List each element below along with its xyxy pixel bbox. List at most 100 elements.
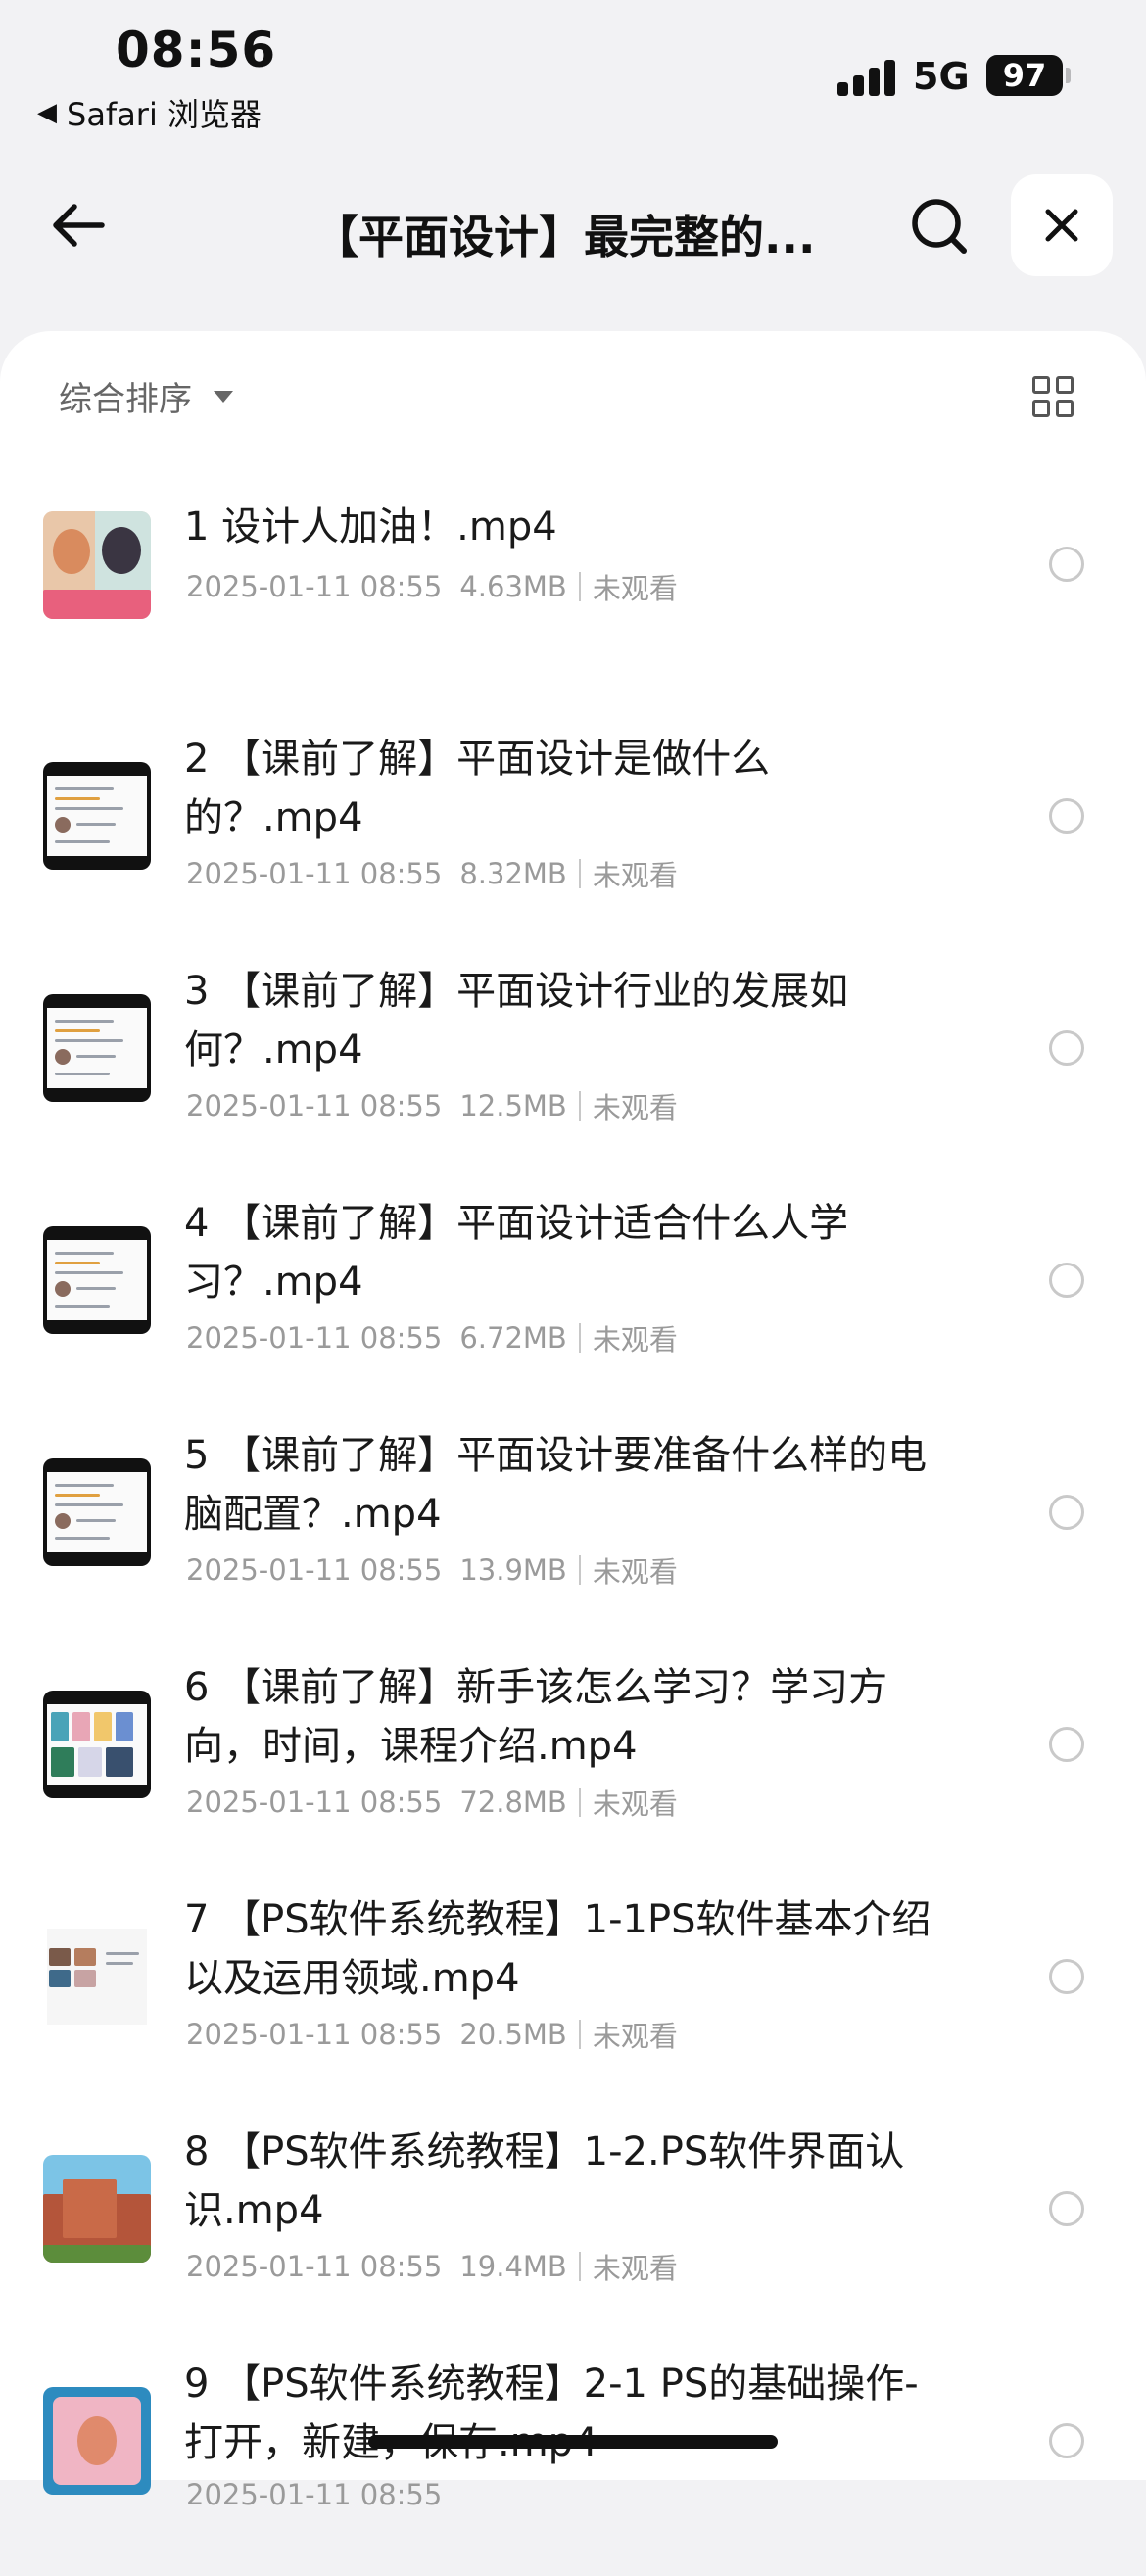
back-app-label: Safari 浏览器 bbox=[67, 96, 263, 133]
file-row[interactable]: 2 【课前了解】平面设计是做什么的？.mp4 2025-01-11 08:55 8.… bbox=[0, 720, 1146, 951]
file-meta: 2025-01-11 08:55 19.4MB 未观看 bbox=[186, 2246, 678, 2287]
file-date: 2025-01-11 08:55 bbox=[186, 1786, 443, 1819]
back-arrow-icon bbox=[53, 204, 105, 247]
watch-status: 未观看 bbox=[592, 1788, 678, 1821]
close-icon bbox=[1045, 209, 1078, 242]
file-title: 5 【课前了解】平面设计要准备什么样的电脑配置？.mp4 bbox=[184, 1433, 928, 1537]
file-row[interactable]: 5 【课前了解】平面设计要准备什么样的电脑配置？.mp4 2025-01-11 0… bbox=[0, 1416, 1146, 1647]
status-bar: 08:56 ◀ Safari 浏览器 5G 97 bbox=[0, 0, 1146, 147]
file-date: 2025-01-11 08:55 bbox=[186, 1553, 443, 1587]
video-thumbnail bbox=[43, 2387, 151, 2495]
file-size: 8.32MB bbox=[459, 857, 567, 890]
video-thumbnail bbox=[43, 762, 151, 870]
file-meta: 2025-01-11 08:55 8.32MB 未观看 bbox=[186, 853, 678, 894]
file-date: 2025-01-11 08:55 bbox=[186, 2018, 443, 2051]
file-size: 13.9MB bbox=[459, 1553, 567, 1587]
file-title: 4 【课前了解】平面设计适合什么人学习？.mp4 bbox=[184, 1201, 849, 1305]
video-thumbnail bbox=[43, 1691, 151, 1798]
watch-status: 未观看 bbox=[592, 859, 678, 892]
file-title: 8 【PS软件系统教程】1-2.PS软件界面认识.mp4 bbox=[184, 2129, 905, 2233]
watch-status: 未观看 bbox=[592, 1555, 678, 1589]
file-size: 6.72MB bbox=[459, 1321, 567, 1355]
watch-status: 未观看 bbox=[592, 1323, 678, 1357]
battery-tip bbox=[1066, 68, 1071, 83]
file-title: 1 设计人加油！.mp4 bbox=[184, 504, 557, 549]
file-meta: 2025-01-11 08:55 bbox=[186, 2478, 442, 2511]
file-title: 9 【PS软件系统教程】2-1 PS的基础操作-打开，新建，保存.mp4 bbox=[184, 2361, 919, 2465]
network-type: 5G bbox=[913, 55, 970, 98]
file-size: 20.5MB bbox=[459, 2018, 567, 2051]
file-date: 2025-01-11 08:55 bbox=[186, 2478, 443, 2511]
file-row[interactable]: 9 【PS软件系统教程】2-1 PS的基础操作-打开，新建，保存.mp4 2025… bbox=[0, 2345, 1146, 2576]
file-date: 2025-01-11 08:55 bbox=[186, 570, 443, 603]
nav-bar: 【平面设计】最完整的... bbox=[0, 157, 1146, 294]
file-title: 3 【课前了解】平面设计行业的发展如何？.mp4 bbox=[184, 969, 849, 1073]
video-thumbnail bbox=[43, 1458, 151, 1566]
file-meta: 2025-01-11 08:55 72.8MB 未观看 bbox=[186, 1782, 678, 1823]
file-meta: 2025-01-11 08:55 6.72MB 未观看 bbox=[186, 1317, 678, 1359]
file-date: 2025-01-11 08:55 bbox=[186, 1089, 443, 1122]
grid-view-icon bbox=[1032, 376, 1050, 394]
battery-icon: 97 bbox=[986, 55, 1063, 96]
meta-divider bbox=[578, 1788, 581, 1817]
watch-status: 未观看 bbox=[592, 572, 678, 605]
select-radio[interactable] bbox=[1049, 2423, 1084, 2458]
video-thumbnail bbox=[43, 994, 151, 1102]
meta-divider bbox=[578, 572, 581, 601]
file-row[interactable]: 1 设计人加油！.mp4 2025-01-11 08:55 4.63MB 未观看 bbox=[0, 488, 1146, 719]
sort-label: 综合排序 bbox=[59, 380, 192, 419]
file-list-sheet: 综合排序 1 设计人加油！.mp4 2025-01-11 08:55 4.63MB 未… bbox=[0, 331, 1146, 2511]
select-radio[interactable] bbox=[1049, 1263, 1084, 1298]
search-button[interactable] bbox=[909, 196, 970, 257]
file-meta: 2025-01-11 08:55 20.5MB 未观看 bbox=[186, 2014, 678, 2055]
select-radio[interactable] bbox=[1049, 2191, 1084, 2226]
watch-status: 未观看 bbox=[592, 2020, 678, 2053]
file-row[interactable]: 4 【课前了解】平面设计适合什么人学习？.mp4 2025-01-11 08:55… bbox=[0, 1184, 1146, 1415]
select-radio[interactable] bbox=[1049, 798, 1084, 834]
watch-status: 未观看 bbox=[592, 2252, 678, 2285]
caret-down-icon bbox=[214, 390, 233, 403]
home-indicator bbox=[368, 2435, 778, 2449]
file-meta: 2025-01-11 08:55 13.9MB 未观看 bbox=[186, 1550, 678, 1591]
status-time: 08:56 bbox=[116, 22, 277, 78]
grid-view-button[interactable] bbox=[1032, 376, 1075, 419]
back-triangle-icon: ◀ bbox=[37, 98, 57, 127]
file-size: 4.63MB bbox=[459, 570, 567, 603]
file-date: 2025-01-11 08:55 bbox=[186, 857, 443, 890]
file-size: 72.8MB bbox=[459, 1786, 567, 1819]
meta-divider bbox=[578, 1555, 581, 1585]
select-radio[interactable] bbox=[1049, 547, 1084, 582]
meta-divider bbox=[578, 2020, 581, 2049]
cellular-signal-icon bbox=[837, 59, 896, 96]
file-size: 12.5MB bbox=[459, 1089, 567, 1122]
select-radio[interactable] bbox=[1049, 1959, 1084, 1994]
file-title: 2 【课前了解】平面设计是做什么的？.mp4 bbox=[184, 737, 771, 840]
select-radio[interactable] bbox=[1049, 1030, 1084, 1066]
search-icon bbox=[912, 199, 967, 254]
file-row[interactable]: 8 【PS软件系统教程】1-2.PS软件界面认识.mp4 2025-01-11 0… bbox=[0, 2113, 1146, 2344]
file-row[interactable]: 6 【课前了解】新手该怎么学习？学习方向，时间，课程介绍.mp4 2025-01-… bbox=[0, 1648, 1146, 1880]
sort-dropdown[interactable]: 综合排序 bbox=[59, 372, 233, 420]
meta-divider bbox=[578, 1323, 581, 1353]
select-radio[interactable] bbox=[1049, 1727, 1084, 1762]
select-radio[interactable] bbox=[1049, 1495, 1084, 1530]
file-meta: 2025-01-11 08:55 12.5MB 未观看 bbox=[186, 1085, 678, 1126]
page-title: 【平面设计】最完整的... bbox=[313, 211, 816, 263]
video-thumbnail bbox=[43, 511, 151, 619]
file-title: 7 【PS软件系统教程】1-1PS软件基本介绍以及运用领域.mp4 bbox=[184, 1897, 931, 2001]
video-thumbnail bbox=[43, 1923, 151, 2030]
video-thumbnail bbox=[43, 2155, 151, 2263]
file-meta: 2025-01-11 08:55 4.63MB 未观看 bbox=[186, 566, 678, 607]
file-date: 2025-01-11 08:55 bbox=[186, 1321, 443, 1355]
back-to-app-link[interactable]: ◀ Safari 浏览器 bbox=[37, 90, 262, 135]
meta-divider bbox=[578, 859, 581, 888]
file-size: 19.4MB bbox=[459, 2250, 567, 2283]
file-date: 2025-01-11 08:55 bbox=[186, 2250, 443, 2283]
meta-divider bbox=[578, 1091, 581, 1121]
watch-status: 未观看 bbox=[592, 1091, 678, 1124]
file-row[interactable]: 7 【PS软件系统教程】1-1PS软件基本介绍以及运用领域.mp4 2025-01… bbox=[0, 1881, 1146, 2112]
back-button[interactable] bbox=[49, 196, 108, 255]
close-button[interactable] bbox=[1011, 174, 1113, 276]
file-row[interactable]: 3 【课前了解】平面设计行业的发展如何？.mp4 2025-01-11 08:55… bbox=[0, 952, 1146, 1183]
meta-divider bbox=[578, 2252, 581, 2281]
